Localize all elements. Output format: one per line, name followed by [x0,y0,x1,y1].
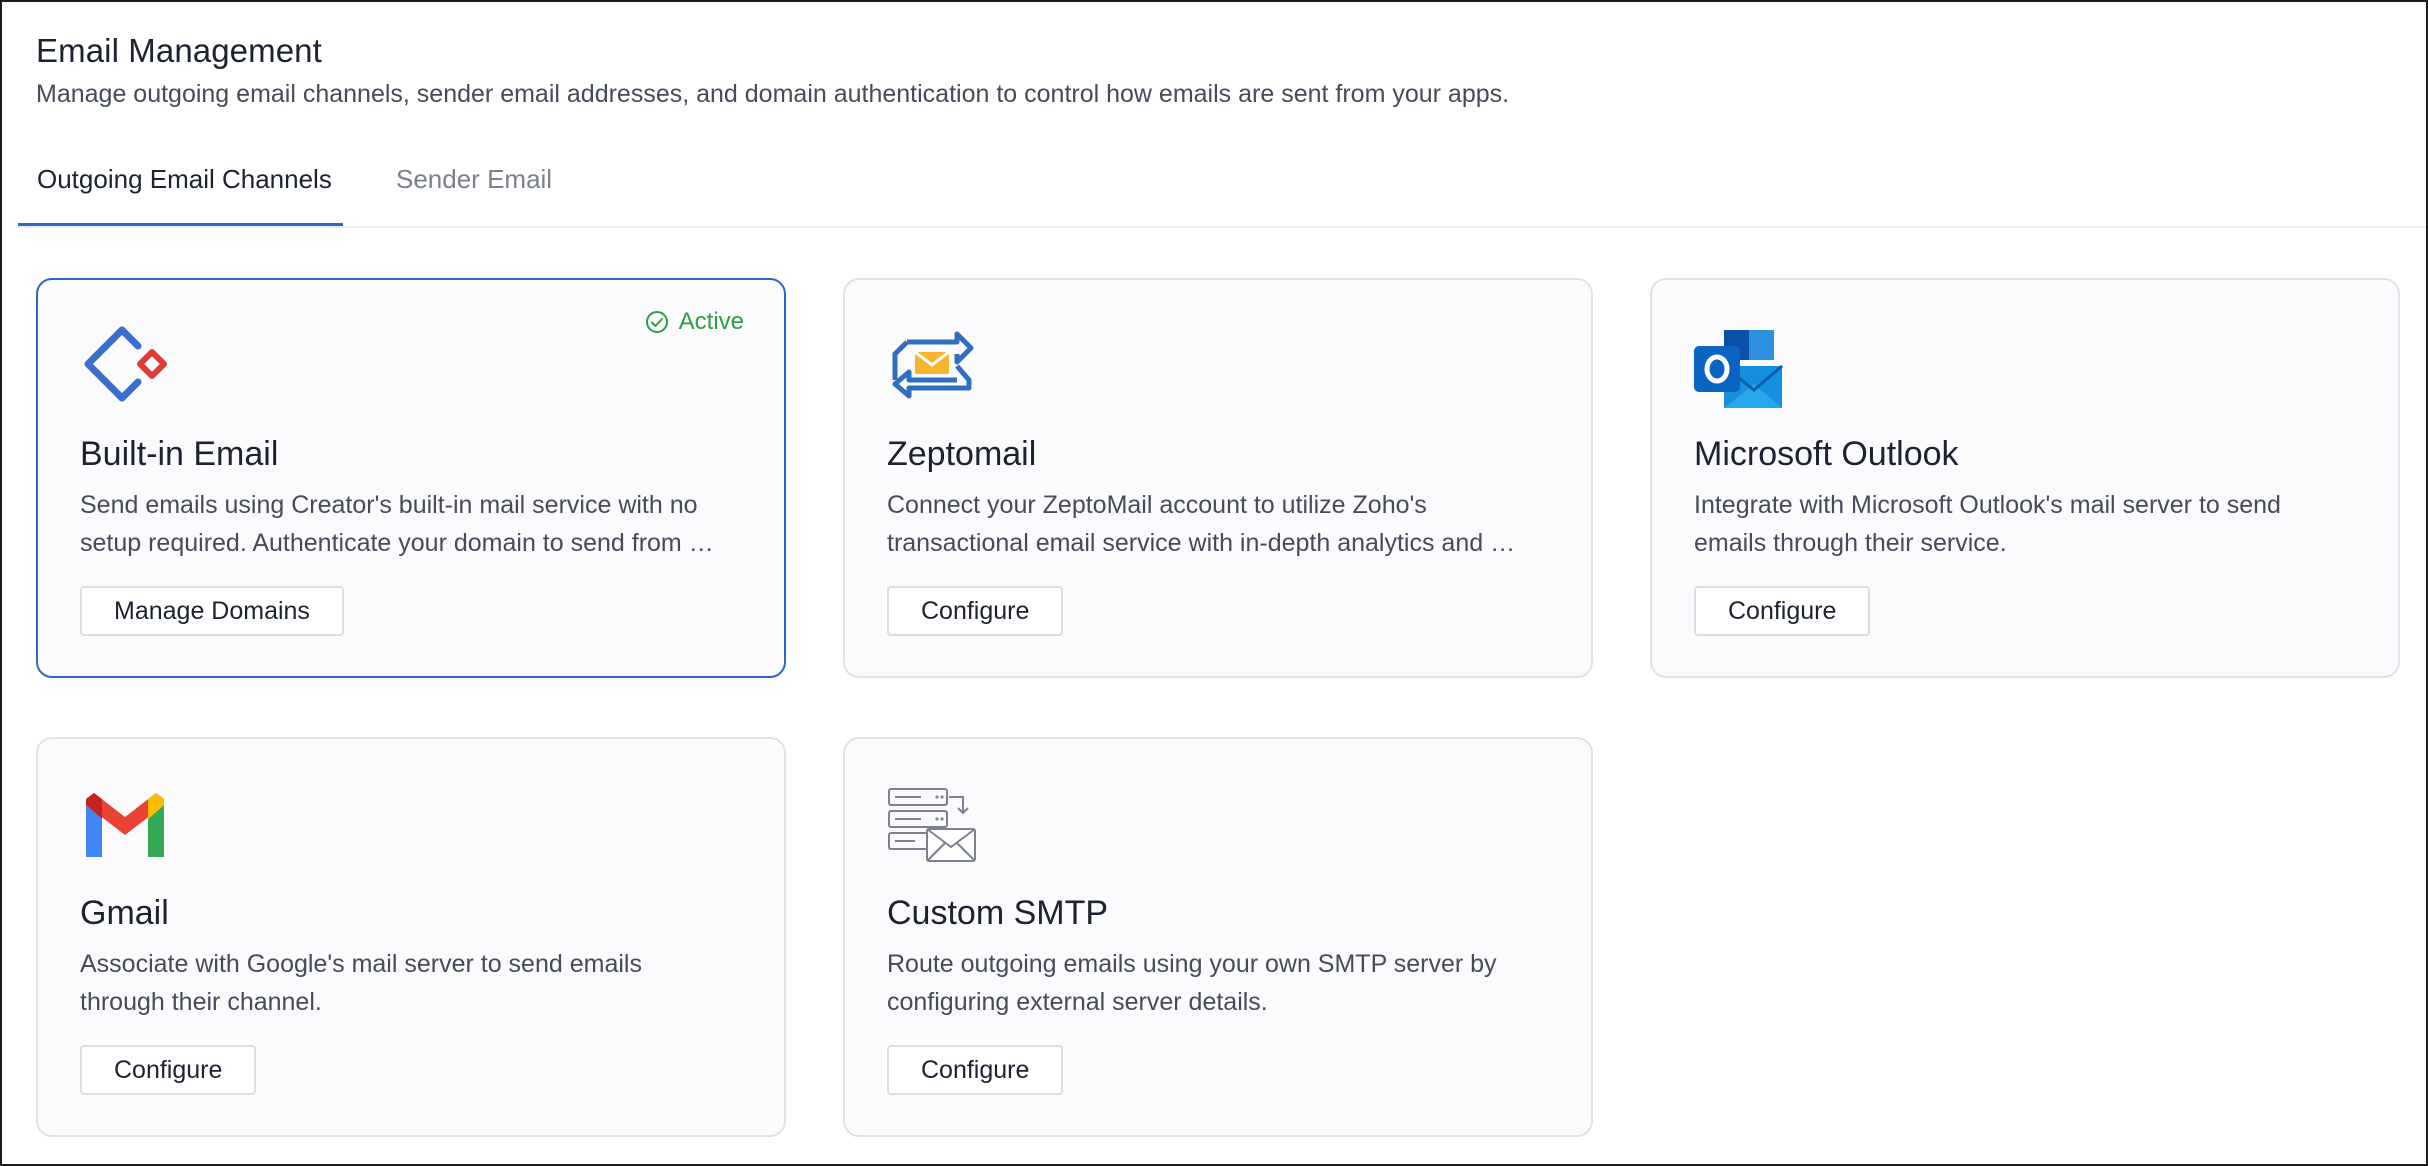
email-management-panel: Email Management Manage outgoing email c… [0,0,2428,1166]
configure-zeptomail-button[interactable]: Configure [887,586,1064,636]
configure-gmail-button[interactable]: Configure [80,1045,257,1095]
status-label: Active [678,308,744,335]
page-title: Email Management [36,32,322,69]
channel-description: Integrate with Microsoft Outlook's mail … [1694,491,2281,557]
zoho-creator-icon [84,326,167,402]
smtp-server-icon [888,788,976,862]
channel-description: Associate with Google's mail server to s… [80,950,642,1016]
channel-name: Built-in Email [80,435,279,473]
manage-domains-button[interactable]: Manage Domains [80,586,344,636]
channel-card-custom-smtp[interactable]: Custom SMTP Route outgoing emails using … [843,737,1593,1137]
tab-outgoing-email-channels[interactable]: Outgoing Email Channels [18,152,343,226]
tab-sender-email[interactable]: Sender Email [396,152,552,226]
page-header: Email Management Manage outgoing email c… [36,32,1509,109]
channel-name: Custom SMTP [887,894,1109,932]
channel-card-gmail[interactable]: Gmail Associate with Google's mail serve… [36,737,786,1137]
gmail-icon [86,793,164,857]
channel-card-microsoft-outlook[interactable]: Microsoft Outlook Integrate with Microso… [1650,278,2400,678]
tab-bar: Outgoing Email Channels Sender Email [18,152,2426,228]
channel-description: Route outgoing emails using your own SMT… [887,950,1497,1016]
zeptomail-icon [892,331,974,399]
channel-name: Microsoft Outlook [1694,435,1959,473]
channel-name: Zeptomail [887,435,1037,473]
check-circle-icon [645,311,668,333]
channel-description: Connect your ZeptoMail account to utiliz… [887,491,1516,557]
status-badge: Active [645,308,744,336]
outlook-icon [1694,330,1783,408]
page-subtitle: Manage outgoing email channels, sender e… [36,80,1510,108]
channel-card-zeptomail[interactable]: Zeptomail Connect your ZeptoMail account… [843,278,1593,678]
configure-smtp-button[interactable]: Configure [887,1045,1064,1095]
channel-description: Send emails using Creator's built-in mai… [80,491,714,557]
channel-name: Gmail [80,894,169,932]
channel-card-built-in-email[interactable]: Active Built-in Email Send emails using … [36,278,786,678]
configure-outlook-button[interactable]: Configure [1694,586,1871,636]
